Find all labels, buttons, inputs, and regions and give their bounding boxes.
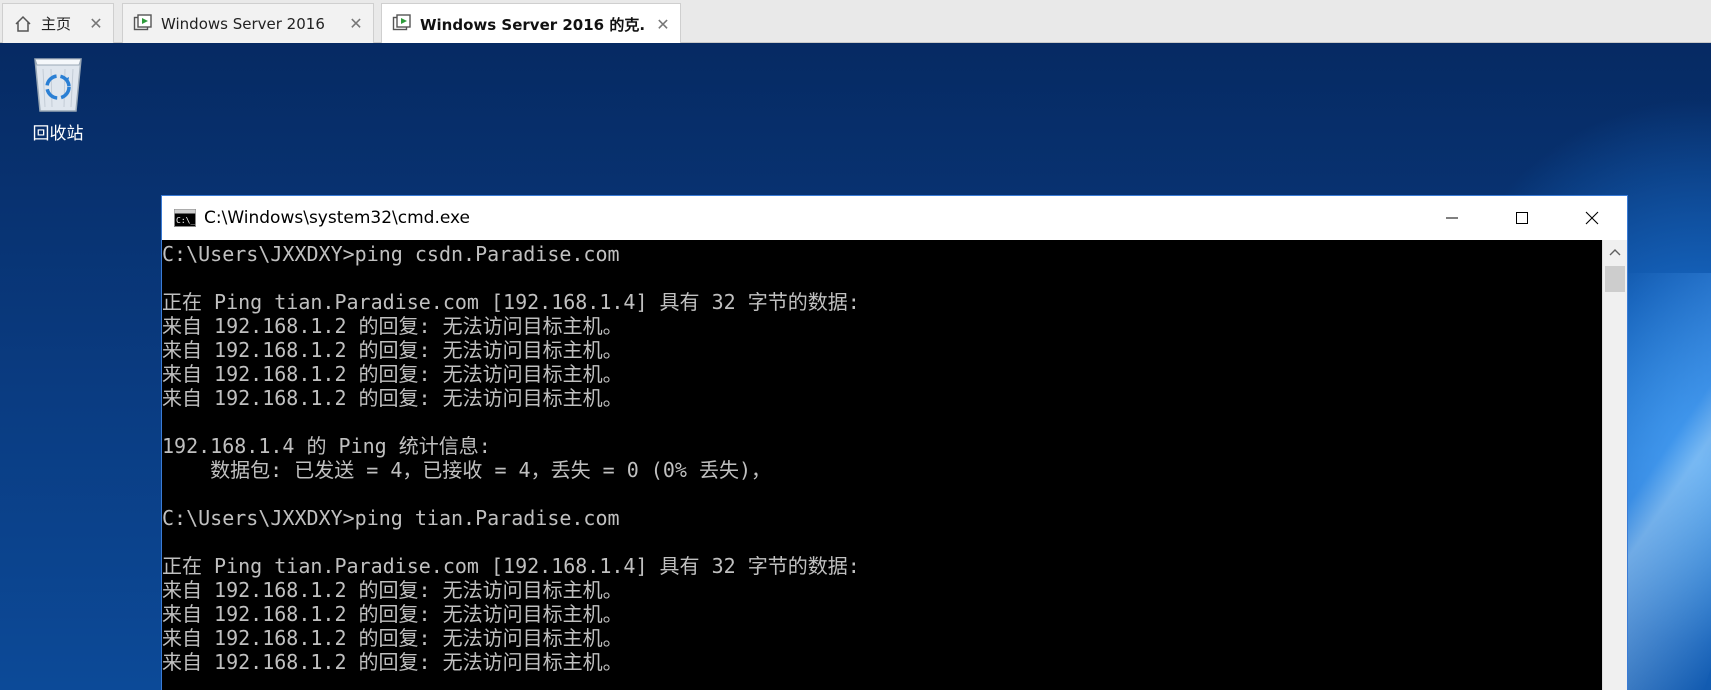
tab-home[interactable]: 主页 ✕ (2, 3, 114, 43)
recycle-bin-icon (27, 49, 89, 113)
tab-label: Windows Server 2016 的克... (420, 15, 646, 34)
tab-windows-server-2016[interactable]: Windows Server 2016 ✕ (122, 3, 374, 43)
console-line: 来自 192.168.1.2 的回复: 无法访问目标主机。 (162, 650, 623, 674)
vm-icon (392, 14, 412, 34)
close-tab-icon[interactable]: ✕ (654, 15, 672, 34)
tab-windows-server-2016-clone[interactable]: Windows Server 2016 的克... ✕ (381, 3, 681, 44)
scroll-up-icon[interactable] (1603, 240, 1627, 264)
window-title: C:\Windows\system32\cmd.exe (204, 208, 471, 228)
vm-icon (133, 13, 153, 34)
console-line: 数据包: 已发送 = 4，已接收 = 4，丢失 = 0 (0% 丢失)， (162, 458, 771, 482)
console-line: C:\Users\JXXDXY>ping csdn.Paradise.com (162, 242, 620, 266)
close-tab-icon[interactable]: ✕ (87, 14, 105, 33)
close-icon (1585, 211, 1599, 225)
home-icon (13, 14, 33, 34)
console-line: 来自 192.168.1.2 的回复: 无法访问目标主机。 (162, 626, 623, 650)
minimize-button[interactable] (1417, 196, 1487, 240)
recycle-bin-shortcut[interactable]: 回收站 (18, 49, 98, 144)
console-line: 来自 192.168.1.2 的回复: 无法访问目标主机。 (162, 386, 623, 410)
svg-text:C:\_: C:\_ (176, 216, 195, 225)
close-tab-icon[interactable]: ✕ (347, 14, 365, 33)
console-line: 来自 192.168.1.2 的回复: 无法访问目标主机。 (162, 338, 623, 362)
console-line: 来自 192.168.1.2 的回复: 无法访问目标主机。 (162, 362, 623, 386)
tab-label: 主页 (41, 15, 72, 33)
cmd-window[interactable]: C:\_ C:\Windows\system32\cmd.exe C:\User… (161, 195, 1628, 690)
cmd-titlebar[interactable]: C:\_ C:\Windows\system32\cmd.exe (162, 196, 1627, 240)
close-button[interactable] (1557, 196, 1627, 240)
recycle-bin-label: 回收站 (32, 124, 84, 144)
tab-label: Windows Server 2016 (161, 14, 325, 33)
console-line: 来自 192.168.1.2 的回复: 无法访问目标主机。 (162, 314, 623, 338)
console-line: 来自 192.168.1.2 的回复: 无法访问目标主机。 (162, 602, 623, 626)
cmd-app-icon: C:\_ (174, 209, 196, 227)
console-line: 正在 Ping tian.Paradise.com [192.168.1.4] … (162, 554, 860, 578)
vertical-scrollbar[interactable] (1602, 240, 1627, 690)
console-output[interactable]: C:\Users\JXXDXY>ping csdn.Paradise.com 正… (162, 240, 1602, 690)
console-line: 来自 192.168.1.2 的回复: 无法访问目标主机。 (162, 578, 623, 602)
vm-tab-bar: 主页 ✕ Windows Server 2016 ✕ Windows Serve… (0, 0, 1711, 44)
console-line: 192.168.1.4 的 Ping 统计信息: (162, 434, 491, 458)
console-line: C:\Users\JXXDXY>ping tian.Paradise.com (162, 506, 620, 530)
maximize-icon (1516, 212, 1528, 224)
scrollbar-thumb[interactable] (1605, 266, 1625, 292)
minimize-icon (1446, 217, 1458, 219)
maximize-button[interactable] (1487, 196, 1557, 240)
console-line: 正在 Ping tian.Paradise.com [192.168.1.4] … (162, 290, 860, 314)
vm-desktop: 回收站 C:\_ C:\Windows\system32\cmd.exe C:\… (0, 43, 1711, 690)
